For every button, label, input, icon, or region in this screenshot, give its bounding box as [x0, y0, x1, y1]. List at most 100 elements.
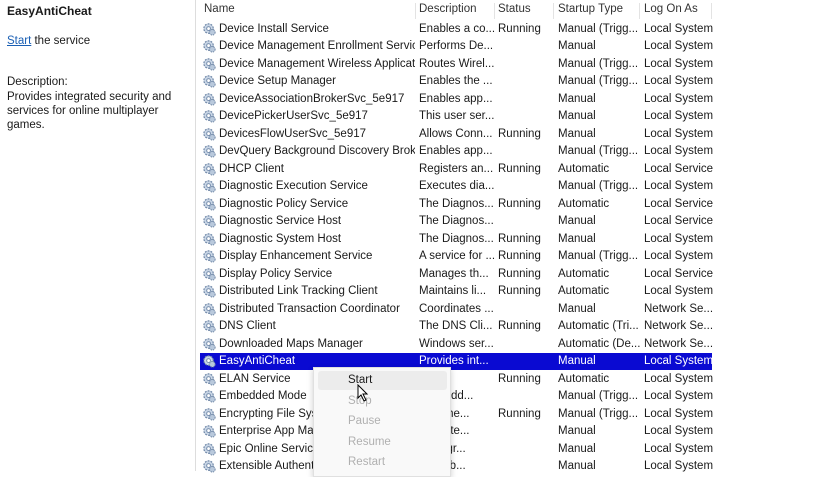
start-service-link[interactable]: Start — [7, 35, 31, 47]
column-header-description[interactable]: Description — [415, 3, 495, 19]
table-row[interactable]: Diagnostic Service Host The Diagnos... Man… — [200, 213, 714, 230]
service-gear-icon — [203, 302, 216, 316]
cell-name: Diagnostic Policy Service — [219, 197, 349, 210]
cell-status: Running — [498, 320, 541, 333]
service-gear-icon — [203, 337, 216, 351]
table-row[interactable]: DevQuery Background Discovery Broker Enab… — [200, 143, 714, 160]
cell-startup-type: Manual (Trigg... — [558, 57, 639, 70]
cell-log-on-as: Local Service — [644, 215, 714, 228]
table-row[interactable]: Diagnostic Policy Service The Diagnos... R… — [200, 196, 714, 213]
cell-startup-type: Manual (Trigg... — [558, 390, 639, 403]
cell-log-on-as: Local System — [644, 127, 714, 140]
context-menu-resume: Resume — [348, 435, 391, 448]
context-menu: Start Stop Pause Resume Restart — [313, 367, 451, 477]
cell-name: Diagnostic Service Host — [219, 215, 342, 228]
cell-log-on-as: Network Se... — [644, 320, 714, 333]
table-row[interactable]: Downloaded Maps Manager Windows ser... Aut… — [200, 336, 713, 353]
table-row[interactable]: Device Management Enrollment Service Perf… — [200, 38, 714, 55]
cell-startup-type: Manual — [558, 127, 596, 140]
cell-startup-type: Manual (Trigg... — [558, 75, 639, 88]
mouse-cursor-icon — [357, 384, 369, 402]
cell-log-on-as: Local System — [644, 92, 714, 105]
service-gear-icon — [203, 390, 216, 403]
cell-description: This user ser... — [419, 110, 495, 123]
service-gear-icon — [203, 110, 216, 123]
column-header-name[interactable]: Name — [200, 3, 416, 19]
cell-name: Device Management Wireless Applicat... — [219, 57, 415, 70]
context-menu-start[interactable]: Start — [318, 371, 447, 390]
service-gear-icon — [203, 58, 216, 71]
cell-description: Manages th... — [419, 267, 489, 280]
start-service-text: Start the service — [7, 35, 91, 47]
cell-name: Downloaded Maps Manager — [219, 337, 363, 350]
table-row[interactable]: Device Setup Manager Enables the ... Manua… — [200, 73, 713, 90]
cell-description: The Diagnos... — [419, 232, 494, 245]
cell-log-on-as: Local System — [644, 460, 714, 472]
cell-startup-type: Manual — [558, 425, 596, 438]
table-row[interactable]: Display Enhancement Service A service for… — [200, 248, 714, 265]
service-gear-icon — [203, 285, 216, 298]
cell-status: Running — [498, 372, 541, 385]
cell-startup-type: Automatic — [558, 372, 610, 385]
table-row[interactable]: Display Policy Service Manages th... Runni… — [200, 266, 714, 283]
cell-log-on-as: Local Service — [644, 267, 714, 280]
table-row[interactable]: DeviceAssociationBrokerSvc_5e917 Enables … — [200, 91, 714, 108]
table-row[interactable]: DevicesFlowUserSvc_5e917 Allows Conn... Ru… — [200, 126, 714, 143]
cell-name: DHCP Client — [219, 162, 284, 175]
cell-startup-type: Automatic — [558, 267, 610, 280]
column-header-log-on-as[interactable]: Log On As — [640, 3, 712, 19]
cell-name: DevQuery Background Discovery Broker — [219, 145, 415, 158]
cell-log-on-as: Local System — [644, 145, 714, 158]
table-row[interactable]: Diagnostic System Host The Diagnos... Runn… — [200, 231, 713, 248]
description-label: Description: — [7, 76, 68, 88]
cell-startup-type: Manual — [558, 442, 596, 455]
service-gear-icon — [203, 425, 216, 438]
service-gear-icon — [203, 163, 216, 176]
cell-description: Enables the ... — [419, 75, 493, 88]
cell-startup-type: Manual (Trigg... — [558, 145, 639, 158]
cell-log-on-as: Network Se... — [644, 302, 714, 315]
table-row[interactable]: Embedded Mode...mbedd...Manual (Trigg...… — [200, 388, 713, 405]
service-gear-icon — [203, 250, 216, 263]
column-header-status[interactable]: Status — [494, 3, 554, 19]
cell-description: The Diagnos... — [419, 215, 494, 228]
table-row[interactable]: DevicePickerUserSvc_5e917 This user ser..… — [200, 108, 714, 125]
column-header-startup-type[interactable]: Startup Type — [554, 3, 640, 19]
cell-log-on-as: Local System — [644, 110, 714, 123]
table-row[interactable]: DNS Client The DNS Cli... Running Automatic… — [200, 318, 714, 335]
cell-log-on-as: Local System — [644, 355, 714, 368]
service-detail-panel: EasyAntiCheat Start the service Descript… — [0, 0, 196, 471]
cell-status: Running — [498, 232, 541, 245]
cell-log-on-as: Local Service — [644, 197, 714, 210]
service-gear-icon — [203, 128, 216, 141]
cell-description: Windows ser... — [419, 337, 494, 350]
cell-startup-type: Manual (Trigg... — [558, 250, 639, 263]
cell-status: Running — [498, 285, 541, 298]
cell-startup-type: Manual — [558, 460, 596, 472]
table-row[interactable]: ELAN Service Running Automatic Local System — [200, 371, 713, 388]
cell-log-on-as: Local System — [644, 180, 714, 193]
table-row[interactable]: Distributed Link Tracking Client Maintain… — [200, 283, 713, 300]
table-row[interactable]: Diagnostic Execution Service Executes dia… — [200, 178, 714, 195]
table-row[interactable]: Device Install Service Enables a co... Run… — [200, 21, 713, 38]
cell-startup-type: Automatic (Tri... — [558, 320, 639, 333]
table-row[interactable]: Distributed Transaction Coordinator Coord… — [200, 301, 714, 318]
table-row[interactable]: DHCP Client Registers an... Running Automat… — [200, 161, 713, 178]
cell-description: Routes Wirel... — [419, 57, 495, 70]
table-row[interactable]: EasyAntiCheat Provides int... Manual Local … — [200, 353, 714, 371]
cell-status: Running — [498, 162, 541, 175]
cell-log-on-as: Local System — [644, 250, 714, 263]
description-text: Provides integrated security and service… — [7, 91, 172, 131]
cell-name: Distributed Link Tracking Client — [219, 285, 378, 298]
table-row[interactable]: Enterprise App Man...s ente...ManualLoca… — [200, 423, 713, 440]
cell-description: Enables app... — [419, 92, 493, 105]
table-row[interactable]: Extensible Authenti...ensib...ManualLoca… — [200, 458, 714, 475]
cell-startup-type: Manual — [558, 355, 596, 368]
table-row[interactable]: Epic Online Services...ackgr...ManualLoc… — [200, 441, 713, 458]
cell-name: DevicesFlowUserSvc_5e917 — [219, 127, 367, 140]
service-gear-icon — [203, 40, 216, 54]
cell-log-on-as: Local System — [644, 40, 714, 53]
service-gear-icon — [203, 233, 216, 246]
table-row[interactable]: Device Management Wireless Applicat... Ro… — [200, 56, 713, 73]
table-row[interactable]: Encrypting File Syst...es the...RunningM… — [200, 406, 713, 423]
